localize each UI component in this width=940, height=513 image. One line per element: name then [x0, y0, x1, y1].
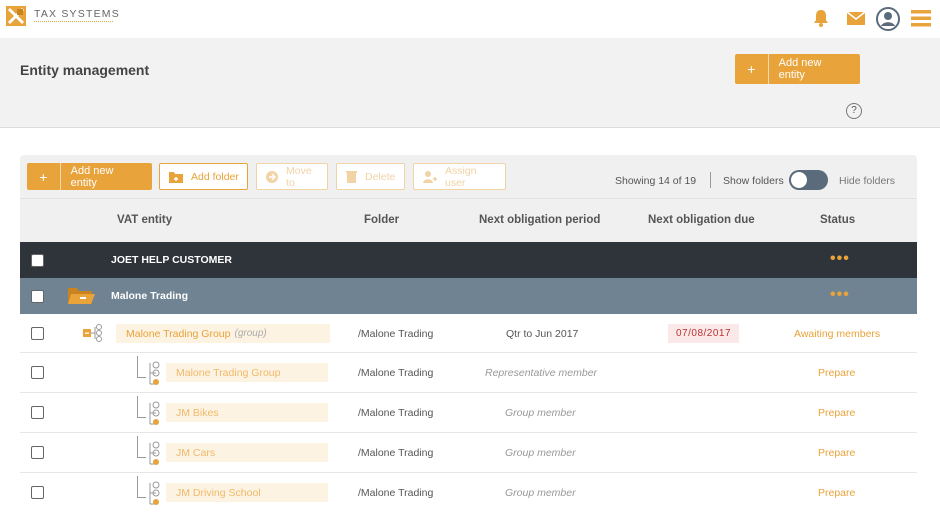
folders-toggle[interactable]	[789, 170, 828, 190]
member-status[interactable]: Prepare	[818, 407, 855, 419]
brand-underline	[34, 21, 113, 22]
add-folder-button[interactable]: Add folder	[159, 163, 248, 190]
delete-label: Delete	[365, 170, 396, 183]
row-checkbox[interactable]	[31, 254, 44, 267]
group-row[interactable]: Malone Trading Group (group) /Malone Trad…	[20, 314, 917, 353]
member-period: Group member	[505, 407, 576, 419]
showing-count: Showing 14 of 19	[615, 175, 697, 187]
hide-folders-label: Hide folders	[839, 175, 896, 187]
member-entity[interactable]: JM Bikes	[166, 403, 328, 422]
member-row[interactable]: JM Bikes /Malone Trading Group member Pr…	[20, 393, 917, 433]
move-to-label: Move to	[286, 164, 312, 189]
group-status[interactable]: Awaiting members	[794, 328, 880, 340]
mail-icon[interactable]	[845, 7, 867, 29]
top-bar: TAX SYSTEMS	[0, 0, 940, 38]
assign-user-label: Assign user	[445, 164, 477, 189]
folder-add-icon	[168, 170, 184, 184]
member-folder: /Malone Trading	[358, 367, 434, 379]
tree-connector	[137, 356, 146, 378]
member-tree-icon	[146, 480, 160, 513]
member-row[interactable]: JM Driving School /Malone Trading Group …	[20, 473, 917, 512]
member-row[interactable]: Malone Trading Group /Malone Trading Rep…	[20, 353, 917, 393]
group-tree-icon	[82, 324, 104, 347]
entity-panel: + Add new entity Add folder Move to Dele…	[20, 155, 917, 512]
toolbar-add-entity-button[interactable]: + Add new entity	[27, 163, 152, 190]
col-folder[interactable]: Folder	[364, 214, 399, 226]
help-icon[interactable]: ?	[846, 103, 862, 119]
plus-icon: +	[27, 163, 61, 190]
member-tree-icon	[146, 360, 160, 393]
member-period: Group member	[505, 447, 576, 459]
folder-name: Malone Trading	[111, 290, 189, 302]
logo-icon	[6, 6, 26, 26]
divider	[710, 172, 711, 188]
customer-row[interactable]: JOET HELP CUSTOMER •••	[20, 242, 917, 278]
arrow-right-circle-icon	[265, 170, 279, 184]
tree-connector	[137, 436, 146, 458]
member-tree-icon	[146, 400, 160, 433]
member-status[interactable]: Prepare	[818, 487, 855, 499]
brand-name: TAX SYSTEMS	[34, 8, 120, 20]
user-add-icon	[422, 170, 438, 184]
member-status[interactable]: Prepare	[818, 367, 855, 379]
member-period: Group member	[505, 487, 576, 499]
folder-row[interactable]: Malone Trading •••	[20, 278, 917, 314]
due-date-badge: 07/08/2017	[668, 324, 740, 343]
member-entity[interactable]: Malone Trading Group	[166, 363, 328, 382]
more-options-icon[interactable]: •••	[830, 286, 850, 304]
member-entity[interactable]: JM Driving School	[166, 483, 328, 502]
add-folder-label: Add folder	[191, 170, 239, 183]
page-header: Entity management + Add new entity ?	[0, 38, 940, 128]
toolbar: + Add new entity Add folder Move to Dele…	[20, 155, 917, 199]
menu-icon[interactable]	[910, 7, 932, 29]
group-entity-name: Malone Trading Group	[126, 327, 231, 340]
col-status[interactable]: Status	[820, 214, 855, 226]
tree-connector	[137, 476, 146, 498]
member-status[interactable]: Prepare	[818, 447, 855, 459]
member-folder: /Malone Trading	[358, 447, 434, 459]
group-tag: (group)	[234, 328, 267, 339]
more-options-icon[interactable]: •••	[830, 250, 850, 268]
member-folder: /Malone Trading	[358, 407, 434, 419]
assign-user-button[interactable]: Assign user	[413, 163, 506, 190]
member-folder: /Malone Trading	[358, 487, 434, 499]
row-checkbox[interactable]	[31, 486, 44, 499]
row-checkbox[interactable]	[31, 290, 44, 303]
toolbar-add-entity-label: Add new entity	[70, 164, 114, 189]
trash-icon	[345, 170, 358, 184]
col-vat-entity[interactable]: VAT entity	[117, 214, 172, 226]
group-folder: /Malone Trading	[358, 328, 434, 340]
member-row[interactable]: JM Cars /Malone Trading Group member Pre…	[20, 433, 917, 473]
group-period: Qtr to Jun 2017	[506, 328, 579, 340]
row-checkbox[interactable]	[31, 327, 44, 340]
col-next-obligation-due[interactable]: Next obligation due	[648, 214, 755, 226]
delete-button[interactable]: Delete	[336, 163, 405, 190]
add-new-entity-button[interactable]: + Add new entity	[735, 54, 860, 84]
row-checkbox[interactable]	[31, 366, 44, 379]
show-folders-label: Show folders	[723, 175, 784, 187]
toggle-knob	[790, 171, 808, 189]
group-entity[interactable]: Malone Trading Group (group)	[116, 324, 330, 343]
add-new-entity-label: Add new entity	[778, 57, 822, 81]
user-icon[interactable]	[876, 7, 900, 31]
bell-icon[interactable]	[810, 7, 832, 29]
row-checkbox[interactable]	[31, 406, 44, 419]
page-title: Entity management	[20, 62, 150, 78]
member-period: Representative member	[485, 367, 598, 379]
tree-connector	[137, 396, 146, 418]
member-tree-icon	[146, 440, 160, 473]
col-next-obligation-period[interactable]: Next obligation period	[479, 214, 600, 226]
plus-icon: +	[735, 54, 769, 84]
row-checkbox[interactable]	[31, 446, 44, 459]
member-entity[interactable]: JM Cars	[166, 443, 328, 462]
move-to-button[interactable]: Move to	[256, 163, 328, 190]
folder-open-icon	[67, 286, 95, 311]
customer-name: JOET HELP CUSTOMER	[111, 254, 232, 266]
